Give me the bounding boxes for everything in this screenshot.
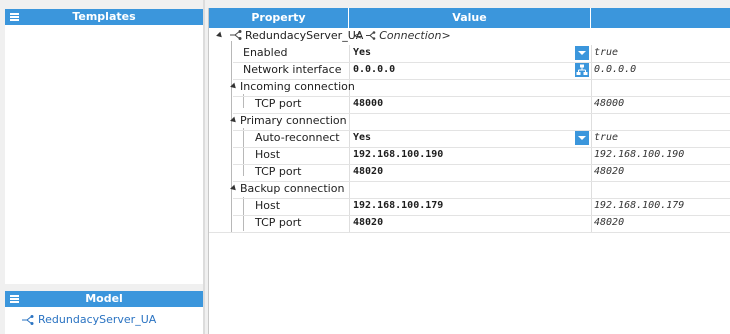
dropdown-icon[interactable] [575,46,589,60]
model-item-label: RedundacyServer_UA [38,313,157,326]
property-row-host[interactable]: Host 192.168.100.179 192.168.100.179 [209,198,730,215]
column-value[interactable]: Value [349,8,591,28]
property-row-network-interface[interactable]: Network interface 0.0.0.0 0.0.0.0 [209,62,730,79]
root-type: Connection> [379,29,451,42]
dropdown-icon[interactable] [575,131,589,145]
property-value[interactable]: Yes [353,45,371,62]
property-value[interactable]: 0.0.0.0 [353,62,395,79]
root-type-prefix: < [353,29,363,42]
collapse-icon[interactable] [216,31,224,40]
property-value[interactable]: 48020 [353,215,383,232]
property-row-tcp-port[interactable]: TCP port 48020 48020 [209,215,730,232]
connection-icon [229,30,241,40]
group-label: Backup connection [240,182,345,195]
property-label: Host [255,199,281,212]
property-value[interactable]: 192.168.100.190 [353,147,443,164]
templates-title: Templates [72,10,136,23]
connection-icon [22,314,34,325]
model-title: Model [85,292,123,305]
property-default: true [594,132,619,143]
property-default: 192.168.100.179 [594,200,685,211]
property-row-tcp-port[interactable]: TCP port 48000 48000 [209,96,730,113]
collapse-icon[interactable] [230,116,238,125]
templates-list[interactable] [5,25,203,284]
collapse-icon[interactable] [230,184,238,193]
property-default: 0.0.0.0 [594,64,637,75]
group-label: Incoming connection [240,80,355,93]
property-row-auto-reconnect[interactable]: Auto-reconnect Yes true [209,130,730,147]
property-label: TCP port [255,216,302,229]
group-row-incoming[interactable]: Incoming connection [209,79,730,96]
property-row-host[interactable]: Host 192.168.100.190 192.168.100.190 [209,147,730,164]
splitter[interactable] [203,0,205,334]
left-pane: Templates Model RedundacyServer_UA [0,0,205,334]
model-tree-item[interactable]: RedundacyServer_UA [22,313,156,326]
property-label: TCP port [255,97,302,110]
column-default[interactable] [591,8,730,28]
property-default: 48020 [594,166,625,177]
root-label: RedundacyServer_UA [245,29,364,42]
property-grid: Property Value RedundacyServer_UA < Conn… [208,8,730,334]
property-row-tcp-port[interactable]: TCP port 48020 48020 [209,164,730,181]
property-default: true [594,47,619,58]
group-row-backup[interactable]: Backup connection [209,181,730,198]
property-default: 192.168.100.190 [594,149,685,160]
templates-header: Templates [5,9,203,25]
property-value[interactable]: 48020 [353,164,383,181]
property-value[interactable]: 192.168.100.179 [353,198,443,215]
property-value[interactable]: 48000 [353,96,383,113]
model-header: Model [5,291,203,307]
network-icon[interactable] [575,63,589,77]
property-label: Host [255,148,281,161]
property-label: TCP port [255,165,302,178]
group-label: Primary connection [240,114,347,127]
collapse-icon[interactable] [230,82,238,91]
property-label: Auto-reconnect [255,131,340,144]
column-property[interactable]: Property [209,8,349,28]
group-row-primary[interactable]: Primary connection [209,113,730,130]
property-default: 48020 [594,217,625,228]
property-value[interactable]: Yes [353,130,371,147]
grid-header: Property Value [209,8,730,28]
property-row-enabled[interactable]: Enabled Yes true [209,45,730,62]
property-default: 48000 [594,98,625,109]
tree-row-root[interactable]: RedundacyServer_UA < Connection> [209,28,730,45]
property-label: Network interface [243,63,342,76]
property-label: Enabled [243,46,288,59]
connection-icon [365,31,376,40]
